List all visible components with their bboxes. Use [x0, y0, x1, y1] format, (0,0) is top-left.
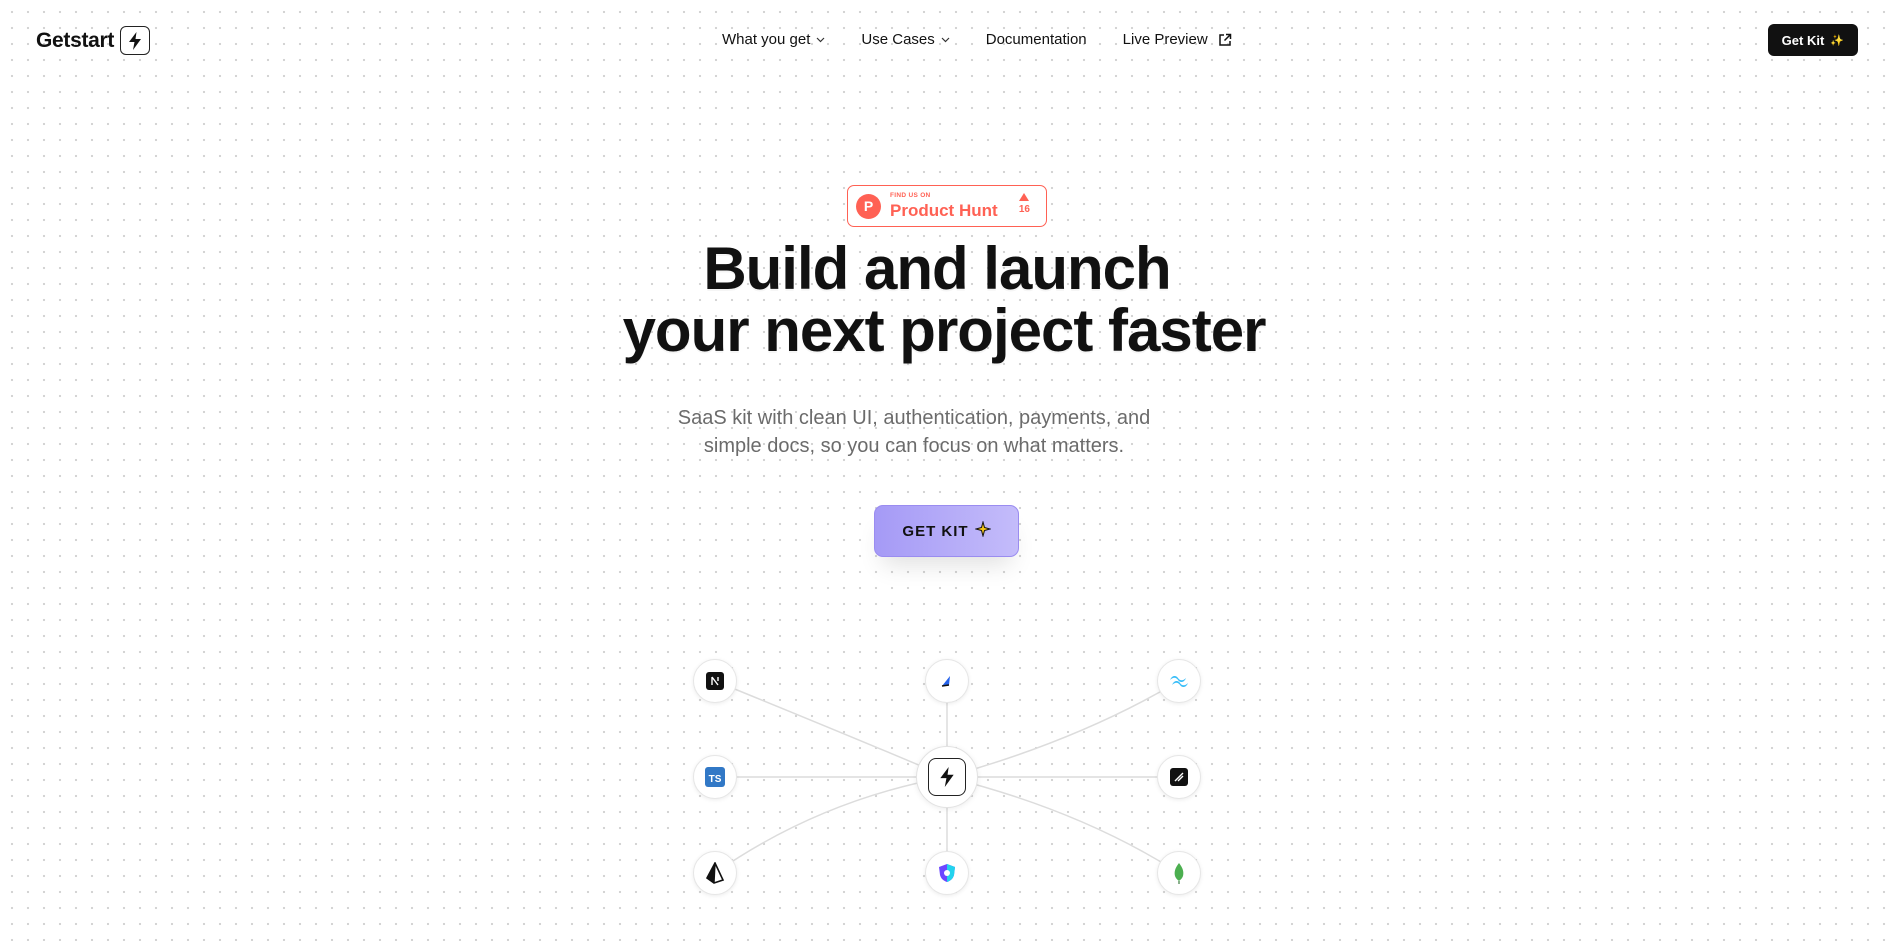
upvote-counter: 16	[1019, 193, 1030, 215]
get-kit-button[interactable]: Get Kit ✨	[1767, 24, 1858, 56]
top-navbar: Getstart What you get Use Cases Document…	[0, 0, 1888, 80]
menu-label: What you get	[722, 31, 811, 48]
menu-live-preview[interactable]: Live Preview	[1123, 31, 1232, 48]
chevron-down-icon	[941, 35, 950, 46]
get-kit-label: Get Kit	[1781, 32, 1825, 48]
menu-label: Live Preview	[1122, 31, 1208, 48]
chevron-down-icon	[816, 35, 825, 46]
menu-what-you-get[interactable]: What you get	[722, 31, 825, 48]
typescript-icon: TS	[693, 755, 737, 799]
hero-title: Build and launch your next project faste…	[0, 238, 1888, 362]
sparkle-icon: ✨	[1830, 34, 1844, 47]
hero-title-line1: Build and launch	[703, 235, 1171, 302]
logo[interactable]: Getstart	[36, 26, 151, 55]
main-menu: What you get Use Cases Documentation Liv…	[722, 31, 1232, 48]
tailwind-icon	[1157, 659, 1201, 703]
hero-get-kit-button[interactable]: GET KIT	[874, 505, 1019, 557]
product-hunt-small-text: FIND US ON	[890, 192, 931, 200]
sparkle-icon	[973, 520, 992, 541]
mongodb-icon	[1157, 851, 1201, 895]
svg-text:TS: TS	[709, 774, 722, 785]
product-hunt-title: Product Hunt	[890, 200, 998, 220]
hero-subtitle: SaaS kit with clean UI, authentication, …	[0, 404, 1888, 460]
hero-title-line2: your next project faster	[622, 297, 1267, 364]
auth-js-icon	[925, 659, 969, 703]
logo-text: Getstart	[36, 28, 115, 52]
hero-subtitle-line1: SaaS kit with clean UI, authentication, …	[677, 407, 1151, 429]
external-link-icon	[1218, 33, 1232, 47]
nextjs-icon	[693, 659, 737, 703]
upvote-count: 16	[1018, 204, 1030, 215]
lightning-logo-icon	[928, 758, 966, 796]
upvote-arrow-icon	[1019, 193, 1030, 201]
lightning-logo-icon	[120, 26, 151, 55]
shadcn-icon	[1157, 755, 1201, 799]
hero-get-kit-label: GET KIT	[902, 522, 969, 540]
hero-subtitle-line2: simple docs, so you can focus on what ma…	[703, 435, 1125, 457]
menu-label: Documentation	[985, 31, 1087, 48]
menu-documentation[interactable]: Documentation	[986, 31, 1087, 48]
integrations-diagram: TS	[680, 650, 1220, 910]
prisma-icon	[693, 851, 737, 895]
center-lightning-node	[916, 746, 978, 808]
shield-auth-icon	[925, 851, 969, 895]
menu-label: Use Cases	[861, 31, 935, 48]
menu-use-cases[interactable]: Use Cases	[861, 31, 950, 48]
product-hunt-logo-icon: P	[856, 193, 881, 219]
product-hunt-badge[interactable]: P FIND US ON Product Hunt 16	[847, 185, 1047, 227]
